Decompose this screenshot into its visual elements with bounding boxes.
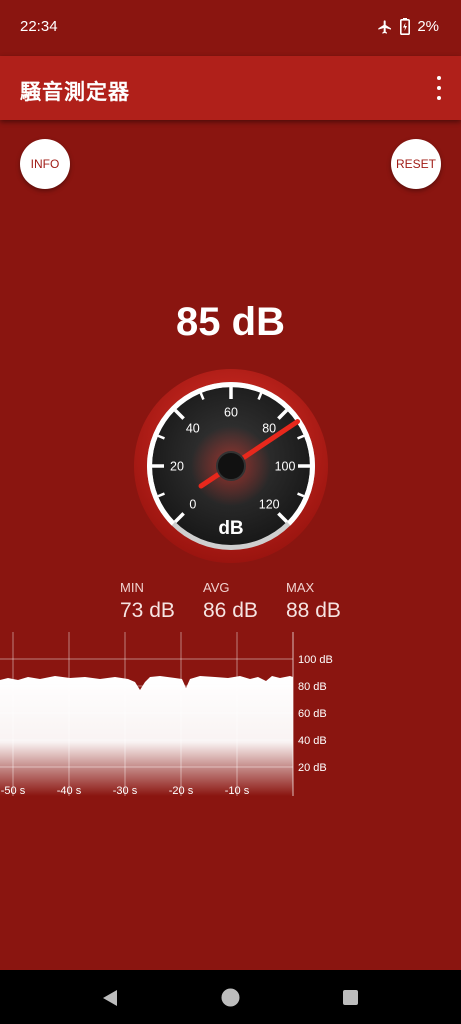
battery-percentage: 2% — [417, 18, 439, 35]
reset-button[interactable]: RESET — [391, 139, 441, 189]
info-button[interactable]: INFO — [20, 139, 70, 189]
gauge-tick-label: 120 — [259, 498, 280, 512]
app-bar: 騒音測定器 — [0, 56, 461, 120]
y-label-20: 20 dB — [298, 762, 327, 774]
chart-y-labels: 100 dB 80 dB 60 dB 40 dB 20 dB — [298, 654, 333, 774]
sound-level-gauge: 0 20 40 60 80 100 120 dB — [134, 369, 328, 563]
overflow-menu-icon[interactable] — [431, 76, 447, 100]
x-label-40: -40 s — [57, 785, 82, 797]
status-time: 22:34 — [20, 18, 58, 35]
y-label-40: 40 dB — [298, 735, 327, 747]
home-icon[interactable] — [220, 987, 241, 1008]
min-value: 73 dB — [120, 599, 175, 622]
x-label-20: -20 s — [169, 785, 194, 797]
x-label-10: -10 s — [225, 785, 250, 797]
max-value: 88 dB — [286, 599, 341, 622]
avg-stat: AVG 86 dB — [203, 580, 258, 623]
current-db-reading: 85 dB — [176, 300, 285, 344]
gauge-tick-label: 100 — [275, 460, 296, 474]
gauge-tick-label: 60 — [224, 406, 238, 420]
y-label-80: 80 dB — [298, 681, 327, 693]
gauge-tick-label: 0 — [189, 498, 196, 512]
status-icons: 2% — [377, 18, 439, 35]
avg-value: 86 dB — [203, 599, 258, 622]
system-navigation-bar — [0, 970, 461, 1024]
status-bar: 22:34 2% — [0, 0, 461, 56]
gauge-unit-label: dB — [218, 518, 243, 539]
max-label: MAX — [286, 580, 315, 595]
min-stat: MIN 73 dB — [120, 580, 175, 623]
x-label-50: -50 s — [1, 785, 26, 797]
max-stat: MAX 88 dB — [286, 580, 341, 623]
min-label: MIN — [120, 580, 144, 595]
avg-label: AVG — [203, 580, 230, 595]
x-label-30: -30 s — [113, 785, 138, 797]
gauge-hub — [216, 451, 246, 481]
noise-history-area — [0, 676, 293, 796]
app-title: 騒音測定器 — [20, 81, 130, 104]
back-icon[interactable] — [100, 988, 120, 1008]
battery-icon — [400, 18, 411, 35]
gauge-tick-label: 20 — [170, 460, 184, 474]
gauge-tick-label: 40 — [186, 421, 200, 435]
y-label-100: 100 dB — [298, 654, 333, 666]
recents-icon[interactable] — [342, 989, 359, 1006]
gauge-tick-label: 80 — [262, 421, 276, 435]
y-label-60: 60 dB — [298, 708, 327, 720]
airplane-icon — [378, 19, 392, 34]
noise-history-chart: 100 dB 80 dB 60 dB 40 dB 20 dB -50 s -40… — [0, 632, 333, 797]
